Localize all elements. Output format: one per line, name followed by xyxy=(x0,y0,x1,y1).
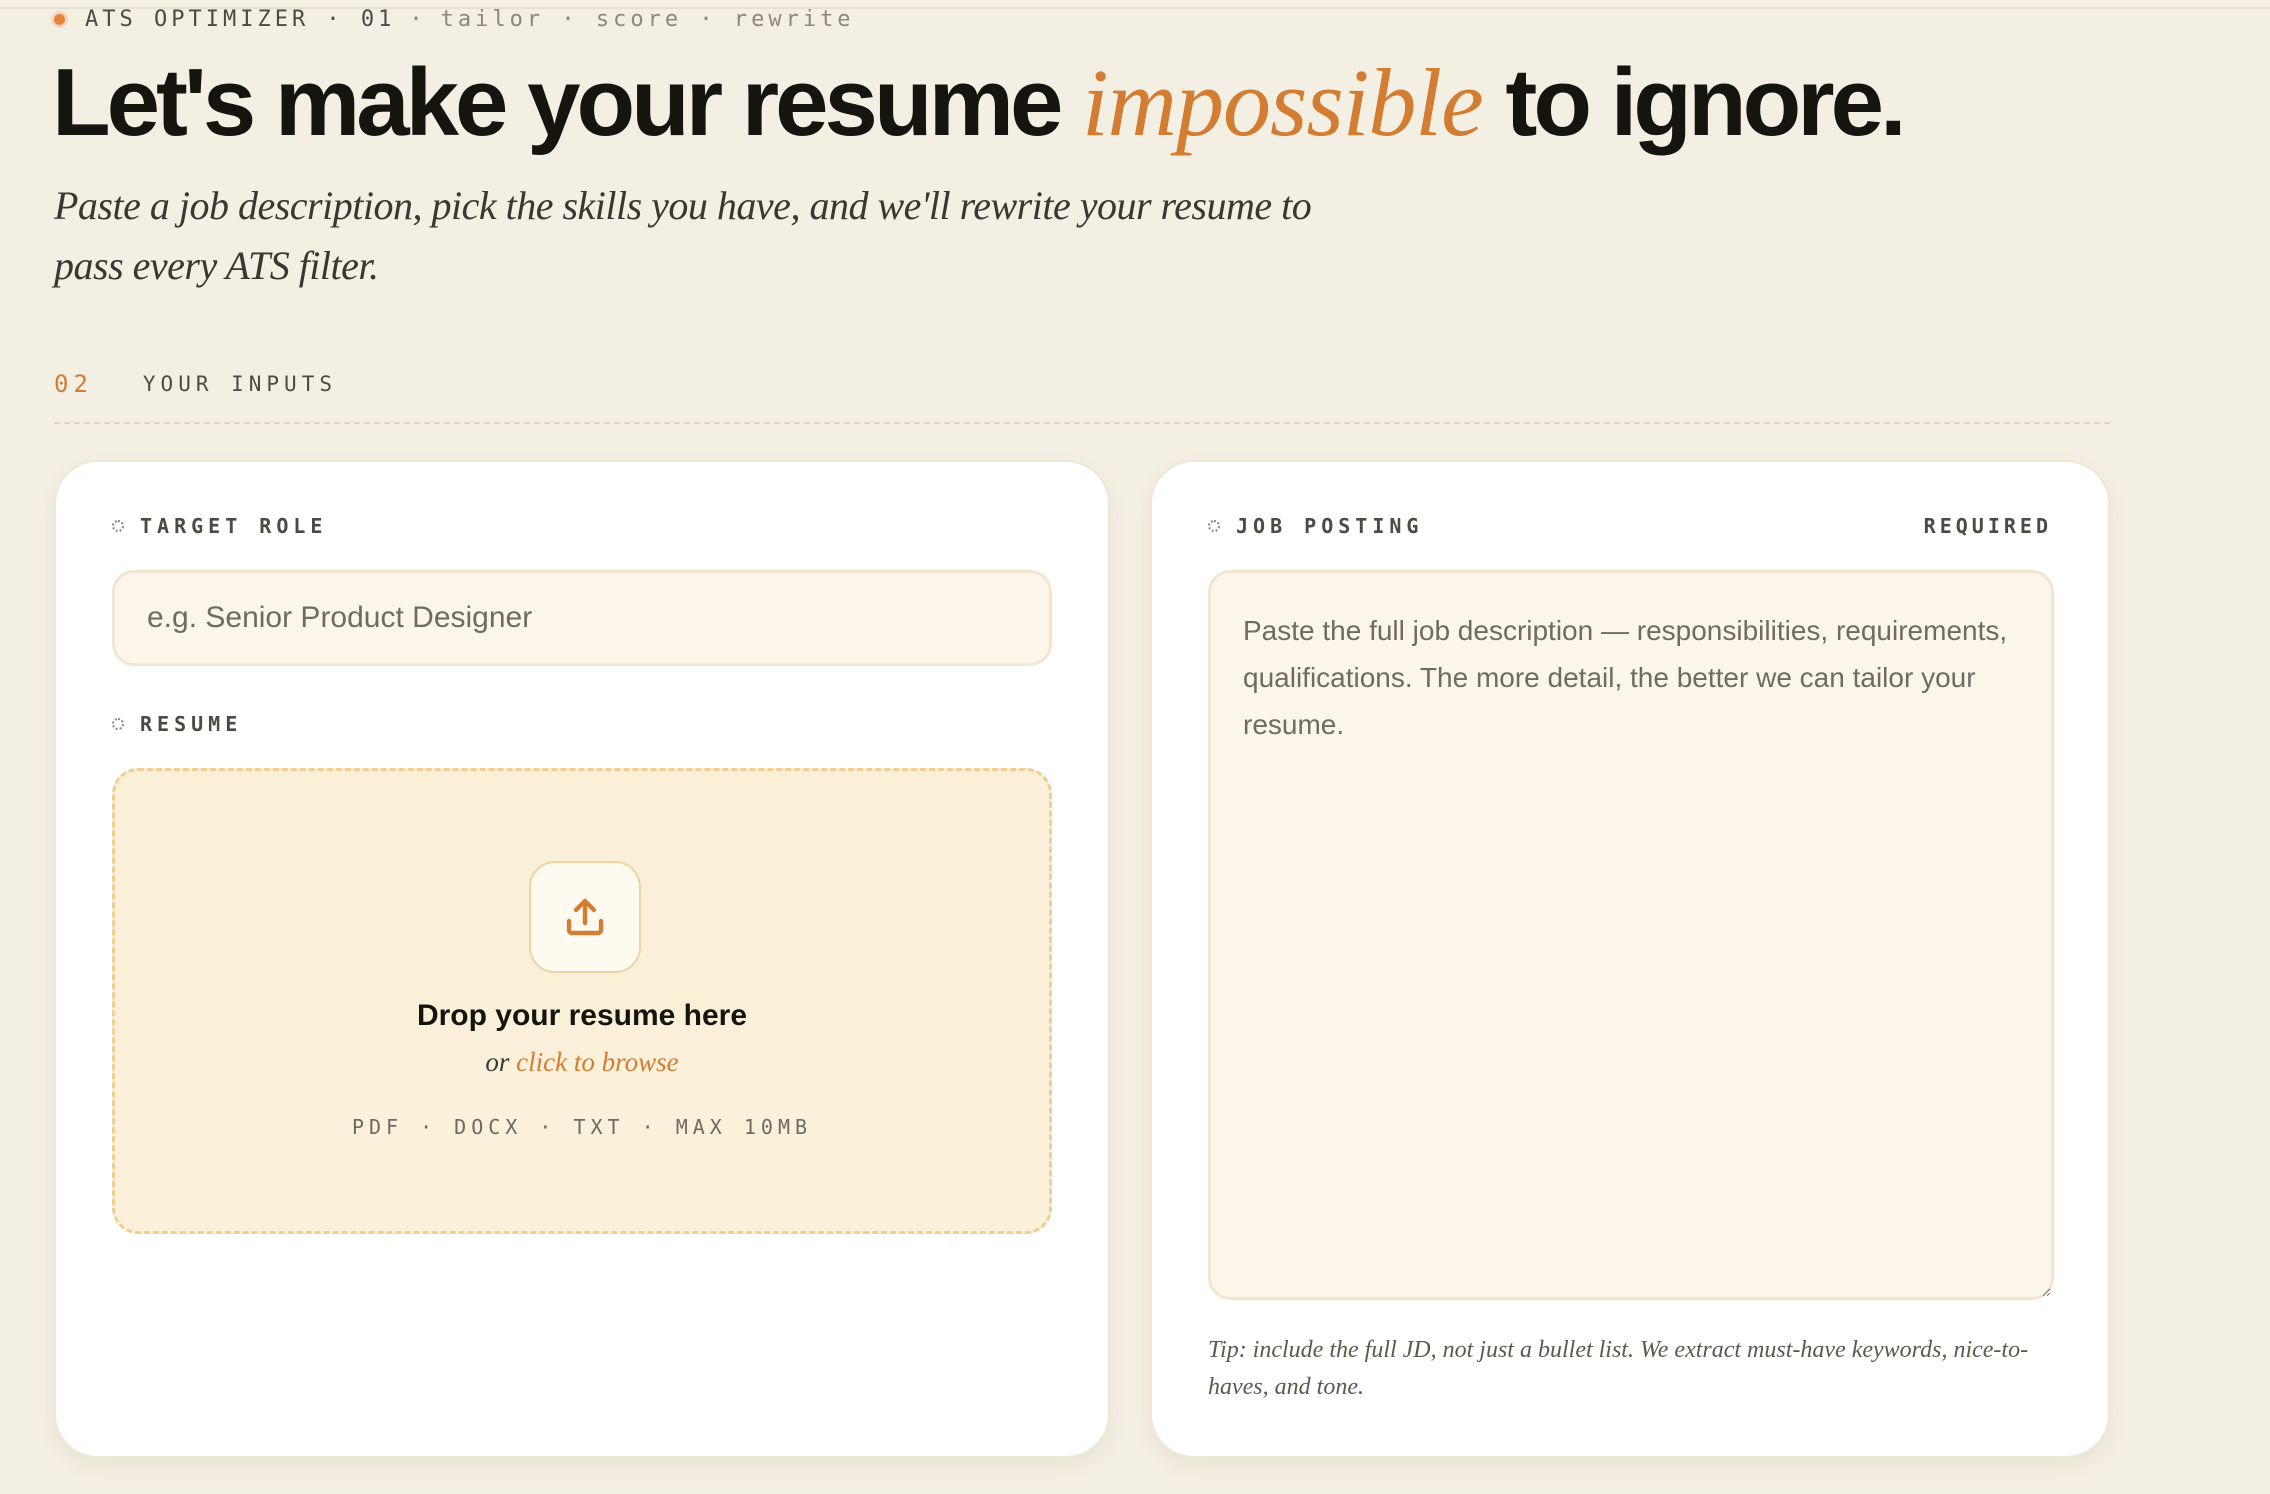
browse-link[interactable]: click to browse xyxy=(516,1047,678,1077)
dropzone-or: or xyxy=(485,1047,517,1077)
upload-button[interactable] xyxy=(529,861,641,973)
resume-dropzone[interactable]: Drop your resume here or click to browse… xyxy=(112,768,1052,1234)
inputs-card: TARGET ROLE RESUME Drop your resume here… xyxy=(54,460,1110,1458)
accepted-formats: PDF · DOCX · TXT · MAX 10MB xyxy=(351,1115,813,1139)
job-posting-tip: Tip: include the full JD, not just a bul… xyxy=(1208,1337,2029,1400)
section-title: YOUR INPUTS xyxy=(142,372,337,396)
dropzone-title: Drop your resume here xyxy=(416,999,748,1032)
page-title: Let's make your resume impossible to ign… xyxy=(52,48,1907,158)
job-posting-label: JOB POSTING xyxy=(1208,514,1423,538)
section-header: 02 YOUR INPUTS xyxy=(54,370,337,398)
headline-after: to ignore. xyxy=(1482,49,1906,156)
headline-before: Let's make your resume xyxy=(52,49,1082,156)
field-marker-icon xyxy=(112,520,124,532)
job-posting-label-text: JOB POSTING xyxy=(1236,514,1424,538)
eyebrow: ATS OPTIMIZER · 01 · tailor · score · re… xyxy=(54,6,855,32)
page-subtitle: Paste a job description, pick the skills… xyxy=(54,183,1312,288)
page: ATS OPTIMIZER · 01 · tailor · score · re… xyxy=(0,0,2270,1494)
status-dot-icon xyxy=(54,13,65,25)
job-description-textarea[interactable] xyxy=(1208,570,2054,1300)
required-badge: REQUIRED xyxy=(1923,514,2052,538)
upload-icon xyxy=(566,898,604,936)
target-role-input[interactable] xyxy=(112,570,1052,666)
target-role-label-text: TARGET ROLE xyxy=(140,514,328,538)
job-posting-card: JOB POSTING REQUIRED Tip: include the fu… xyxy=(1150,460,2110,1458)
field-marker-icon xyxy=(112,718,124,730)
headline-accent: impossible xyxy=(1082,49,1484,156)
resume-label-text: RESUME xyxy=(140,712,243,736)
eyebrow-steps: tailor · score · rewrite xyxy=(440,6,855,32)
eyebrow-app-label: ATS OPTIMIZER · 01 xyxy=(85,6,396,32)
eyebrow-separator: · xyxy=(409,6,427,32)
resume-label: RESUME xyxy=(112,712,242,736)
target-role-label: TARGET ROLE xyxy=(112,514,327,538)
dropzone-subtitle: or click to browse xyxy=(115,1047,1049,1078)
section-number: 02 xyxy=(54,370,93,398)
field-marker-icon xyxy=(1208,520,1220,532)
section-divider xyxy=(54,422,2110,424)
